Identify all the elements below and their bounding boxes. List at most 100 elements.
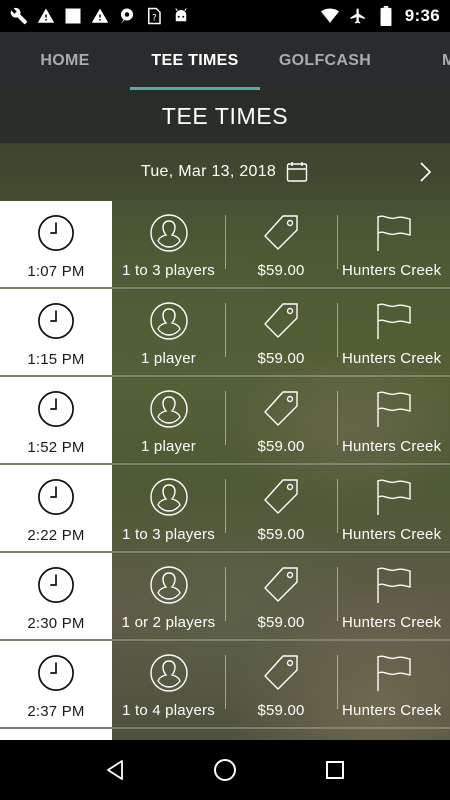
system-nav-bar — [0, 740, 450, 800]
course-cell: Hunters Creek — [337, 553, 450, 639]
column-divider — [225, 479, 226, 533]
flag-icon — [376, 479, 411, 515]
clock-icon — [38, 391, 74, 427]
flag-icon — [376, 215, 411, 251]
back-icon[interactable] — [101, 756, 129, 784]
time-cell: 1:52 PM — [0, 377, 112, 463]
next-date-chevron-icon[interactable] — [418, 160, 434, 184]
column-divider — [225, 303, 226, 357]
clock-time: 9:36 — [404, 6, 440, 25]
players-label: 1 to 4 players — [122, 702, 215, 719]
tab-golfcash[interactable]: GOLFCASH — [260, 32, 390, 90]
course-label: Hunters Creek — [342, 614, 442, 631]
tee-time-row[interactable]: 2:30 PM 1 or 2 players $59.00 Hunters Cr… — [0, 553, 450, 641]
player-icon — [149, 566, 188, 604]
tee-time: 2:30 PM — [27, 615, 85, 632]
column-divider — [337, 655, 338, 709]
player-icon — [149, 478, 188, 516]
price-cell: $59.00 — [225, 465, 337, 551]
player-icon — [149, 302, 188, 340]
tee-time: 2:22 PM — [27, 527, 85, 544]
flag-icon — [376, 567, 411, 603]
time-cell: 2:37 PM — [0, 641, 112, 727]
page-title: TEE TIMES — [0, 90, 450, 144]
players-cell: 1 to 3 players — [112, 465, 225, 551]
price-tag-icon — [264, 303, 298, 338]
course-cell: Hunters Creek — [337, 377, 450, 463]
course-label: Hunters Creek — [342, 438, 442, 455]
time-cell: 2:22 PM — [0, 465, 112, 551]
price-label: $59.00 — [257, 262, 305, 279]
price-cell: $59.00 — [225, 641, 337, 727]
players-label: 1 to 3 players — [122, 262, 215, 279]
tab-bar: HOME TEE TIMES GOLFCASH M — [0, 32, 450, 90]
course-label: Hunters Creek — [342, 526, 442, 543]
svg-text:?: ? — [152, 14, 157, 24]
price-tag-icon — [264, 391, 298, 426]
time-cell: 1:07 PM — [0, 201, 112, 287]
clock-icon — [38, 479, 74, 515]
course-cell: Hunters Creek — [337, 201, 450, 287]
recents-icon[interactable] — [321, 756, 349, 784]
players-cell: 1 player — [112, 289, 225, 375]
price-label: $59.00 — [257, 614, 305, 631]
price-tag-icon — [264, 655, 298, 690]
column-divider — [337, 567, 338, 621]
clock-icon — [38, 567, 74, 603]
warning-icon — [37, 7, 55, 25]
price-tag-icon — [264, 567, 298, 602]
date-selector[interactable]: Tue, Mar 13, 2018 — [0, 144, 450, 200]
clock-icon — [38, 215, 74, 251]
price-tag-icon — [264, 479, 298, 514]
course-cell: Hunters Creek — [337, 289, 450, 375]
column-divider — [337, 391, 338, 445]
price-label: $59.00 — [257, 350, 305, 367]
players-cell: 1 to 4 players — [112, 641, 225, 727]
home-icon[interactable] — [211, 756, 239, 784]
tee-time: 2:37 PM — [27, 703, 85, 720]
price-label: $59.00 — [257, 438, 305, 455]
selected-date[interactable]: Tue, Mar 13, 2018 — [141, 163, 276, 181]
players-cell: 1 to 3 players — [112, 201, 225, 287]
course-label: Hunters Creek — [342, 350, 442, 367]
tee-time: 1:07 PM — [27, 263, 85, 280]
wrench-icon — [10, 7, 28, 25]
price-cell: $59.00 — [225, 201, 337, 287]
course-cell: Hunters Creek — [337, 641, 450, 727]
tab-tee-times[interactable]: TEE TIMES — [130, 32, 260, 90]
column-divider — [225, 567, 226, 621]
time-cell: 2:30 PM — [0, 553, 112, 639]
price-label: $59.00 — [257, 702, 305, 719]
wifi-icon — [320, 7, 339, 25]
course-cell: Hunters Creek — [337, 465, 450, 551]
player-icon — [149, 214, 188, 252]
tee-time-row[interactable]: 1:15 PM 1 player $59.00 Hunters Creek — [0, 289, 450, 377]
players-cell: 1 player — [112, 377, 225, 463]
column-divider — [225, 215, 226, 269]
sim-question-icon: ? — [145, 7, 163, 25]
time-cell: 1:15 PM — [0, 289, 112, 375]
column-divider — [337, 479, 338, 533]
tee-time-row[interactable]: 2:22 PM 1 to 3 players $59.00 Hunters Cr… — [0, 465, 450, 553]
tee-time: 1:52 PM — [27, 439, 85, 456]
calendar-icon[interactable] — [285, 160, 309, 184]
tab-home[interactable]: HOME — [0, 32, 130, 90]
player-icon — [149, 390, 188, 428]
price-label: $59.00 — [257, 526, 305, 543]
tab-more[interactable]: M — [390, 32, 450, 90]
square-icon — [64, 7, 82, 25]
tee-time: 1:15 PM — [27, 351, 85, 368]
clock-icon — [38, 655, 74, 691]
time-cell — [0, 729, 112, 740]
players-label: 1 or 2 players — [121, 614, 216, 631]
tee-time-row[interactable]: 2:37 PM 1 to 4 players $59.00 Hunters Cr… — [0, 641, 450, 729]
players-cell: 1 or 2 players — [112, 553, 225, 639]
battery-icon — [377, 6, 395, 26]
tee-time-row-partial[interactable] — [0, 729, 450, 740]
flag-icon — [376, 303, 411, 339]
tee-time-row[interactable]: 1:07 PM 1 to 3 players $59.00 Hunters Cr… — [0, 201, 450, 289]
column-divider — [337, 303, 338, 357]
course-label: Hunters Creek — [342, 262, 442, 279]
players-label: 1 player — [141, 350, 196, 367]
tee-time-row[interactable]: 1:52 PM 1 player $59.00 Hunters Creek — [0, 377, 450, 465]
